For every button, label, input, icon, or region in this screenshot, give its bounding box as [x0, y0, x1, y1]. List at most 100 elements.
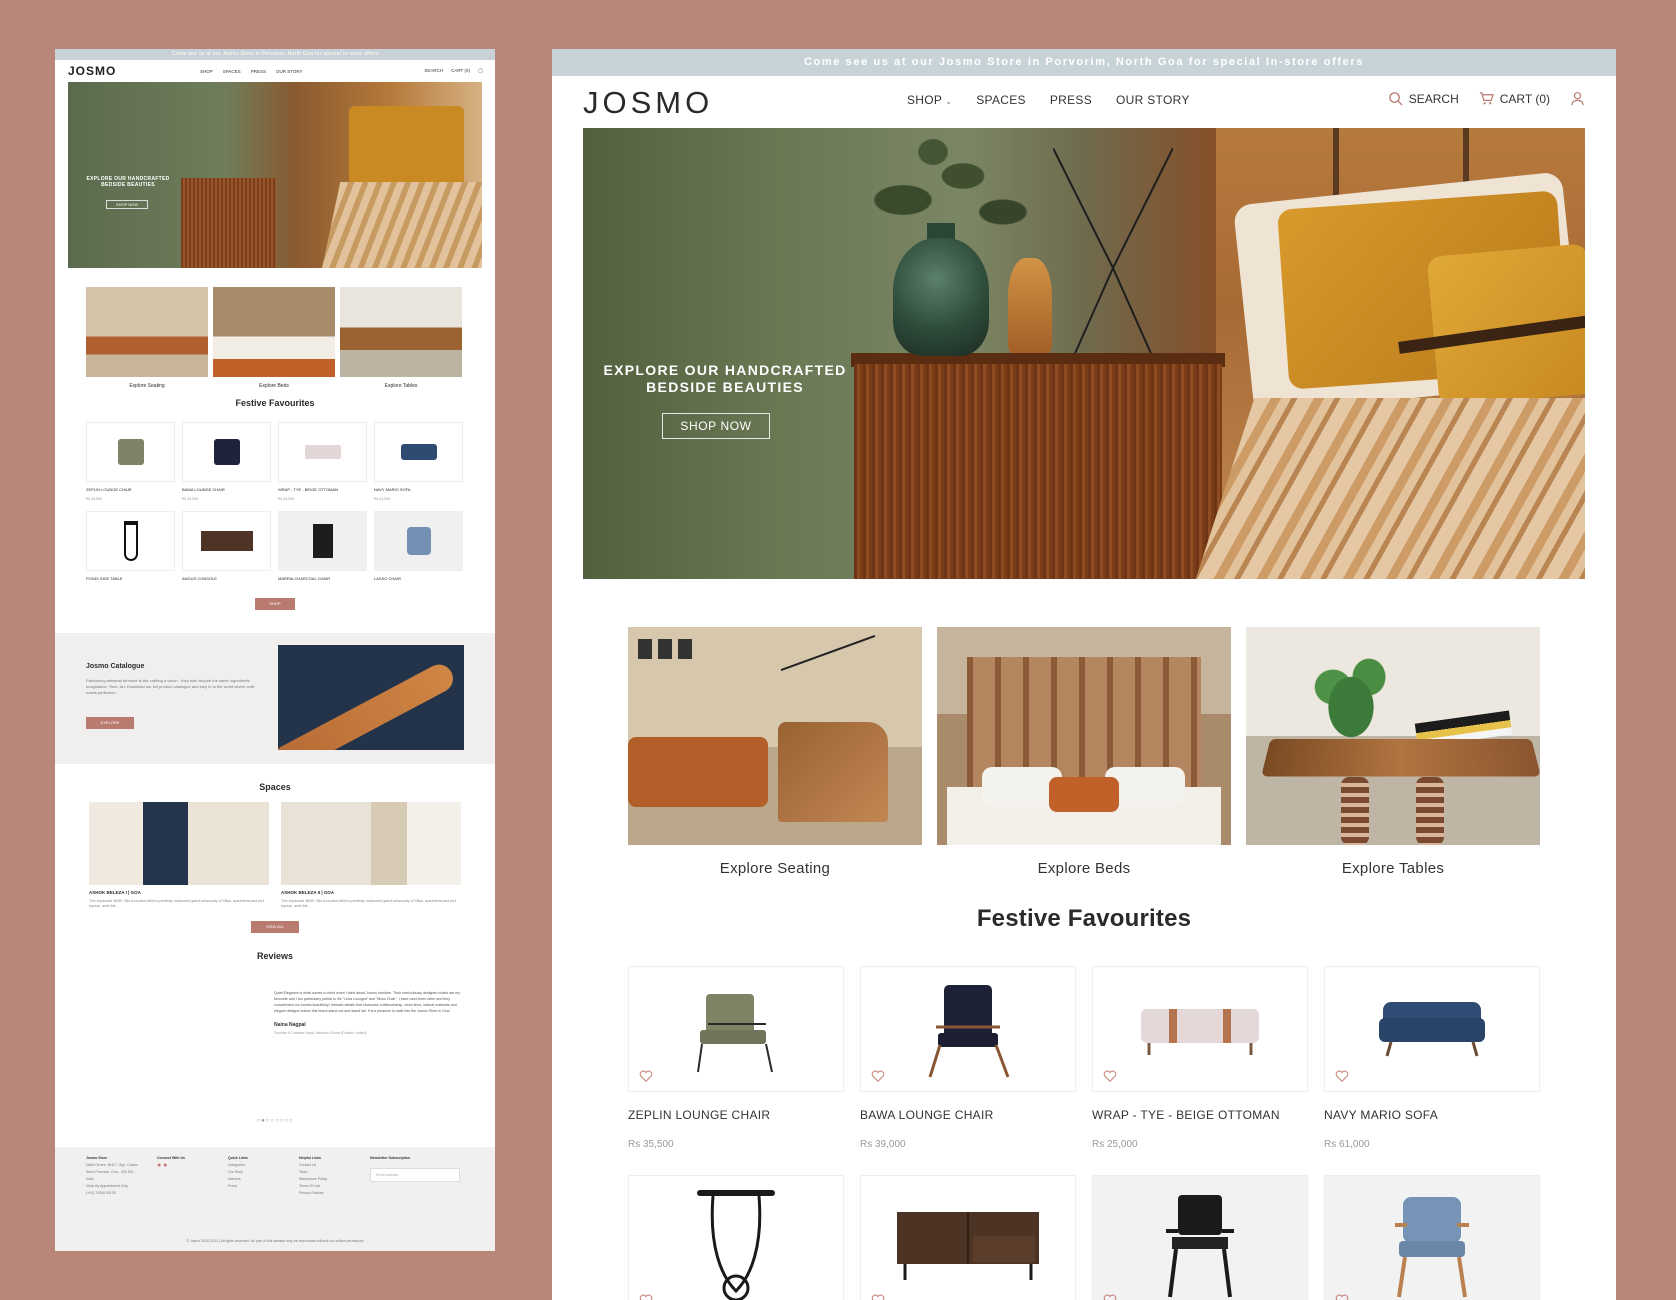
heart-icon[interactable]: [1335, 1293, 1349, 1300]
mini-product-card[interactable]: BAWA LOUNGE CHAIR Rs 39,000: [182, 422, 271, 501]
mini-hero-banner: EXPLORE OUR HANDCRAFTED BEDSIDE BEAUTIES…: [68, 82, 482, 268]
nav-shop[interactable]: SHOP ⌄: [907, 93, 952, 107]
product-image: [1324, 966, 1540, 1092]
mini-product-card[interactable]: WRAP - TYE - BEIGE OTTOMAN Rs 25,000: [278, 422, 367, 501]
heart-icon[interactable]: [871, 1293, 885, 1300]
product-card[interactable]: [1092, 1175, 1308, 1300]
product-name[interactable]: NAVY MARIO SOFA: [1324, 1108, 1540, 1122]
mini-product-card[interactable]: MARRIA CHARCOAL CHAIR: [278, 511, 367, 586]
mini-hero-cabinet: [181, 178, 276, 268]
category-label: Explore Beds: [1037, 860, 1131, 877]
mini-space-card[interactable]: ASHOK BELEZA I | GOA This expansive 4BHK…: [89, 802, 269, 909]
hero-vase: [893, 238, 989, 356]
product-card[interactable]: [1324, 1175, 1540, 1300]
promo-banner: Come see us at our Josmo Store in Porvor…: [552, 49, 1616, 76]
mini-cart-link[interactable]: CART (0): [451, 68, 470, 74]
product-name[interactable]: ZEPLIN LOUNGE CHAIR: [628, 1108, 844, 1122]
mini-product-card[interactable]: LASSO CHAIR: [374, 511, 463, 586]
nav-press[interactable]: PRESS: [1050, 93, 1092, 107]
mini-catalogue-title: Josmo Catalogue: [86, 663, 145, 670]
mini-shop-button[interactable]: SHOP: [255, 598, 295, 610]
hero-lamp-frame: [1053, 148, 1173, 358]
heart-icon[interactable]: [1335, 1069, 1349, 1083]
product-image: [1092, 966, 1308, 1092]
mini-reviewer-role: Founder & Creative Head, Mansion Goods (…: [274, 1031, 367, 1035]
tables-image: [1246, 627, 1540, 845]
mini-promo-banner: Come see us at our Josmo Store in Porvor…: [55, 49, 495, 60]
mini-nav-story[interactable]: OUR STORY: [276, 69, 303, 74]
heart-icon[interactable]: [1103, 1069, 1117, 1083]
category-row: Explore Seating Explore Beds Explore Tab…: [628, 627, 1540, 877]
shop-now-button[interactable]: SHOP NOW: [662, 413, 770, 439]
hero-cabinet: [854, 364, 1222, 579]
mini-logo[interactable]: JOSMO: [68, 64, 116, 78]
mini-catalogue-text: Fashioning artisanal furniture is like c…: [86, 678, 255, 695]
mini-header: JOSMO SHOP SPACES PRESS OUR STORY SEARCH…: [55, 60, 495, 82]
mini-view-all-button[interactable]: VIEW ALL: [251, 921, 299, 933]
mini-hero-bed: [322, 182, 482, 268]
mini-reviewer-name: Naina Nagpal: [274, 1022, 306, 1028]
heart-icon[interactable]: [639, 1069, 653, 1083]
cart-link[interactable]: CART (0): [1479, 91, 1550, 106]
mini-category-seating[interactable]: Explore Seating: [86, 287, 208, 389]
hero-cat-figurine: [1008, 258, 1052, 353]
mini-product-card[interactable]: ZEPLIN LOUNGE CHAIR Rs 35,500: [86, 422, 175, 501]
user-icon[interactable]: [1570, 91, 1585, 106]
mini-space-card[interactable]: ASHOK BELEZA II | GOA This expansive 3BH…: [281, 802, 461, 909]
product-card[interactable]: [860, 1175, 1076, 1300]
product-image: [628, 966, 844, 1092]
chevron-down-icon: ⌄: [945, 97, 953, 106]
mini-nav-spaces[interactable]: SPACES: [223, 69, 241, 74]
mini-nav-menu: SHOP SPACES PRESS OUR STORY: [200, 69, 303, 74]
product-image: [1092, 1175, 1308, 1300]
mini-nav-shop[interactable]: SHOP: [200, 69, 213, 74]
mini-email-field[interactable]: Email address: [370, 1168, 460, 1182]
search-label: SEARCH: [1408, 91, 1459, 106]
product-price: Rs 61,000: [1324, 1139, 1370, 1150]
mini-category-beds[interactable]: Explore Beds: [213, 287, 335, 389]
seating-image: [628, 627, 922, 845]
nav-our-story[interactable]: OUR STORY: [1116, 93, 1190, 107]
product-image: [860, 1175, 1076, 1300]
heart-icon[interactable]: [1103, 1293, 1117, 1300]
mini-product-card[interactable]: PONDI SIDE TABLE: [86, 511, 175, 586]
mini-product-grid: ZEPLIN LOUNGE CHAIR Rs 35,500 BAWA LOUNGE…: [86, 422, 495, 586]
heart-icon[interactable]: [871, 1069, 885, 1083]
product-card[interactable]: BAWA LOUNGE CHAIR Rs 39,000: [860, 966, 1076, 1150]
product-card[interactable]: WRAP - TYE - BEIGE OTTOMAN Rs 25,000: [1092, 966, 1308, 1150]
mini-hero-shop-button[interactable]: SHOP NOW: [106, 200, 148, 209]
hero-banner: EXPLORE OUR HANDCRAFTED BEDSIDE BEAUTIES…: [583, 128, 1585, 579]
mini-category-row: Explore Seating Explore Beds Explore Tab…: [86, 287, 495, 389]
search-icon: [1388, 92, 1403, 106]
mini-search-link[interactable]: SEARCH: [424, 68, 443, 74]
heart-icon[interactable]: [639, 1293, 653, 1300]
mini-nav-press[interactable]: PRESS: [251, 69, 266, 74]
mini-product-card[interactable]: ANGUS CONSOLE: [182, 511, 271, 586]
mini-social-icons[interactable]: ● ●: [157, 1162, 214, 1169]
mini-explore-button[interactable]: EXPLORE: [86, 717, 134, 729]
mini-catalogue-section: Josmo Catalogue Fashioning artisanal fur…: [55, 633, 495, 764]
category-tables[interactable]: Explore Tables: [1246, 627, 1540, 877]
category-label: Explore Tables: [1341, 860, 1445, 877]
mini-page-preview: Come see us at our Josmo Store in Porvor…: [55, 49, 495, 1251]
mini-product-card[interactable]: NAVY MARIO SOFA Rs 61,000: [374, 422, 463, 501]
festive-title: Festive Favourites: [976, 905, 1192, 932]
mini-user-icon[interactable]: ◯: [478, 68, 483, 74]
category-seating[interactable]: Explore Seating: [628, 627, 922, 877]
logo[interactable]: JOSMO: [583, 85, 713, 121]
category-label: Explore Seating: [719, 860, 831, 877]
mini-review: Quiet Elegance is what comes to mind whe…: [86, 975, 495, 1088]
category-beds[interactable]: Explore Beds: [937, 627, 1231, 877]
product-image: [860, 966, 1076, 1092]
product-card[interactable]: ZEPLIN LOUNGE CHAIR Rs 35,500: [628, 966, 844, 1150]
product-name[interactable]: WRAP - TYE - BEIGE OTTOMAN: [1092, 1108, 1308, 1122]
mini-category-tables[interactable]: Explore Tables: [340, 287, 462, 389]
mini-carousel-dots[interactable]: ○●○○○○○○: [55, 1118, 495, 1124]
product-card[interactable]: NAVY MARIO SOFA Rs 61,000: [1324, 966, 1540, 1150]
product-name[interactable]: BAWA LOUNGE CHAIR: [860, 1108, 1076, 1122]
search-link[interactable]: SEARCH: [1388, 91, 1459, 106]
header: JOSMO SHOP ⌄ SPACES PRESS OUR STORY SEARC…: [552, 76, 1616, 127]
nav-spaces[interactable]: SPACES: [976, 93, 1026, 107]
product-card[interactable]: [628, 1175, 844, 1300]
mini-hero-heading: EXPLORE OUR HANDCRAFTED BEDSIDE BEAUTIES: [86, 176, 170, 188]
